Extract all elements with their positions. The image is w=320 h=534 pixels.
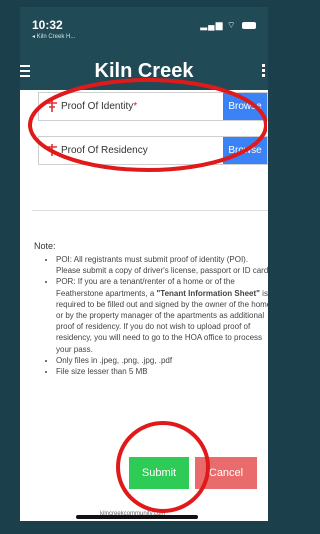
- annotation-overlay: [28, 78, 267, 513]
- annotation-circle-uploads: [28, 78, 267, 172]
- annotation-circle-submit: [116, 421, 210, 513]
